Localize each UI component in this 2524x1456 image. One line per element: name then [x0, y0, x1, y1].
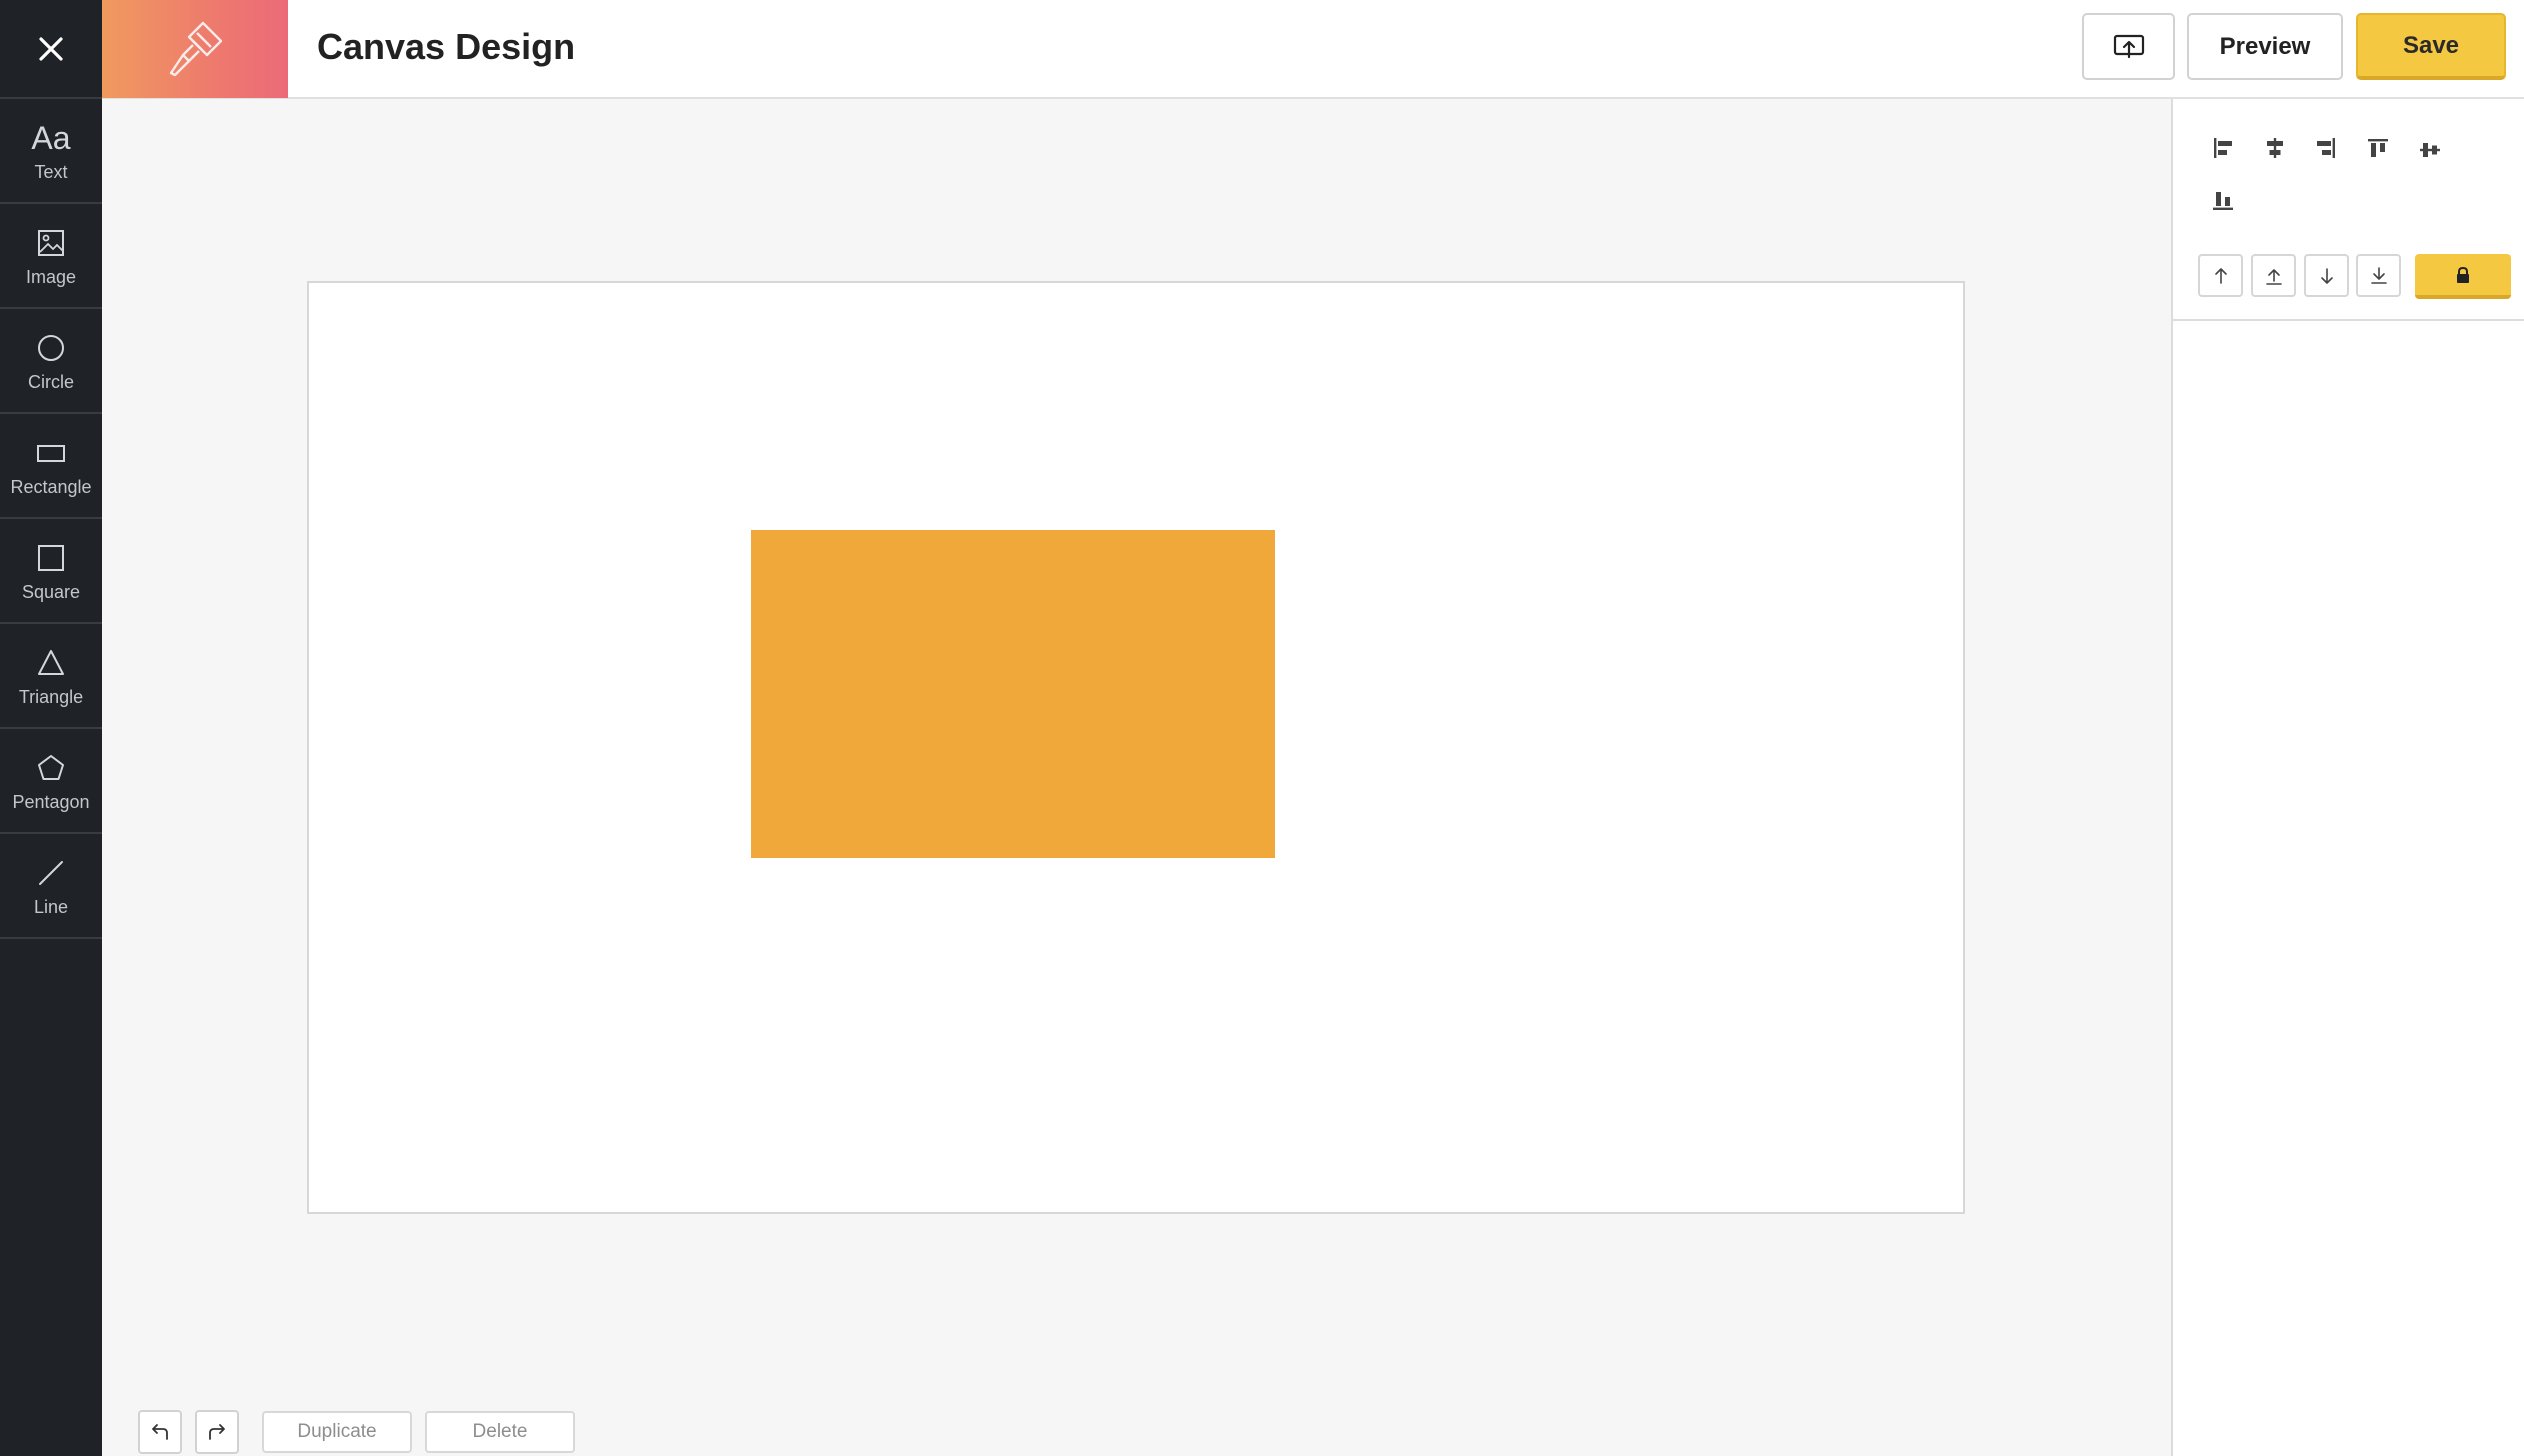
send-backward-button[interactable] [2304, 254, 2349, 297]
tool-label: Circle [27, 372, 74, 392]
align-right-icon [2317, 138, 2335, 158]
align-center-horizontal-icon [2267, 138, 2283, 158]
lock-button[interactable] [2415, 254, 2511, 299]
align-left-button[interactable] [2203, 128, 2243, 168]
undo-icon [152, 1424, 168, 1440]
top-header: Canvas Design Preview Save [102, 0, 2524, 99]
text-icon: Aa [31, 120, 71, 156]
tool-square[interactable]: Square [0, 519, 102, 624]
tool-circle[interactable]: Circle [0, 309, 102, 414]
page-title: Canvas Design [317, 26, 576, 67]
align-top-icon [2368, 139, 2388, 157]
align-middle-vertical-button[interactable] [2410, 130, 2450, 170]
arrow-down-icon [2320, 267, 2333, 284]
alignment-section [2173, 99, 2524, 321]
align-top-button[interactable] [2358, 128, 2398, 168]
tool-label: Image [25, 267, 77, 287]
tool-label: Square [21, 582, 81, 602]
bring-forward-button[interactable] [2198, 254, 2243, 297]
send-to-back-button[interactable] [2356, 254, 2401, 297]
tool-pentagon[interactable]: Pentagon [0, 729, 102, 834]
tool-text[interactable]: Aa Text [0, 99, 102, 204]
close-icon [39, 36, 63, 61]
tool-sidebar: Aa Text Image Circle Rectangle Square Tr… [0, 0, 102, 1456]
triangle-icon [38, 650, 64, 675]
duplicate-button[interactable]: Duplicate [262, 1411, 412, 1453]
save-button[interactable]: Save [2356, 13, 2506, 80]
delete-button[interactable]: Delete [425, 1411, 575, 1453]
bottom-toolbar: Duplicate Delete [138, 1410, 588, 1454]
align-bottom-icon [2213, 192, 2233, 210]
app-logo [102, 0, 288, 98]
paintbrush-icon [169, 21, 223, 77]
tool-line[interactable]: Line [0, 834, 102, 939]
close-button[interactable] [0, 0, 102, 99]
export-icon [2113, 34, 2144, 58]
redo-icon [209, 1424, 225, 1440]
lock-icon [2457, 266, 2469, 283]
arrow-up-icon [2214, 267, 2227, 284]
rectangle-icon [37, 445, 65, 462]
tool-image[interactable]: Image [0, 204, 102, 309]
tool-label: Line [33, 897, 69, 917]
circle-icon [38, 335, 64, 361]
tool-label: Text [34, 162, 68, 182]
undo-button[interactable] [138, 1410, 182, 1454]
bring-to-front-button[interactable] [2251, 254, 2296, 297]
align-bottom-button[interactable] [2203, 181, 2243, 221]
align-right-button[interactable] [2306, 128, 2346, 168]
canvas-rectangle-shape[interactable] [751, 530, 1275, 858]
tool-label: Triangle [18, 687, 84, 707]
tool-label: Rectangle [10, 477, 92, 497]
tool-label: Pentagon [12, 792, 90, 812]
align-left-icon [2214, 138, 2232, 158]
properties-panel [2171, 99, 2524, 1456]
align-middle-vertical-icon [2420, 143, 2440, 157]
tool-triangle[interactable]: Triangle [0, 624, 102, 729]
artboard[interactable] [307, 281, 1965, 1214]
export-button[interactable] [2082, 13, 2175, 80]
redo-button[interactable] [195, 1410, 239, 1454]
line-icon [39, 861, 63, 885]
canvas-workspace: Duplicate Delete [102, 99, 2171, 1456]
send-to-back-icon [2370, 266, 2387, 284]
pentagon-icon [38, 755, 64, 780]
align-center-horizontal-button[interactable] [2255, 128, 2295, 168]
tool-rectangle[interactable]: Rectangle [0, 414, 102, 519]
image-icon [38, 230, 64, 256]
square-icon [38, 545, 64, 571]
bring-to-front-icon [2265, 268, 2282, 285]
preview-button[interactable]: Preview [2187, 13, 2343, 80]
